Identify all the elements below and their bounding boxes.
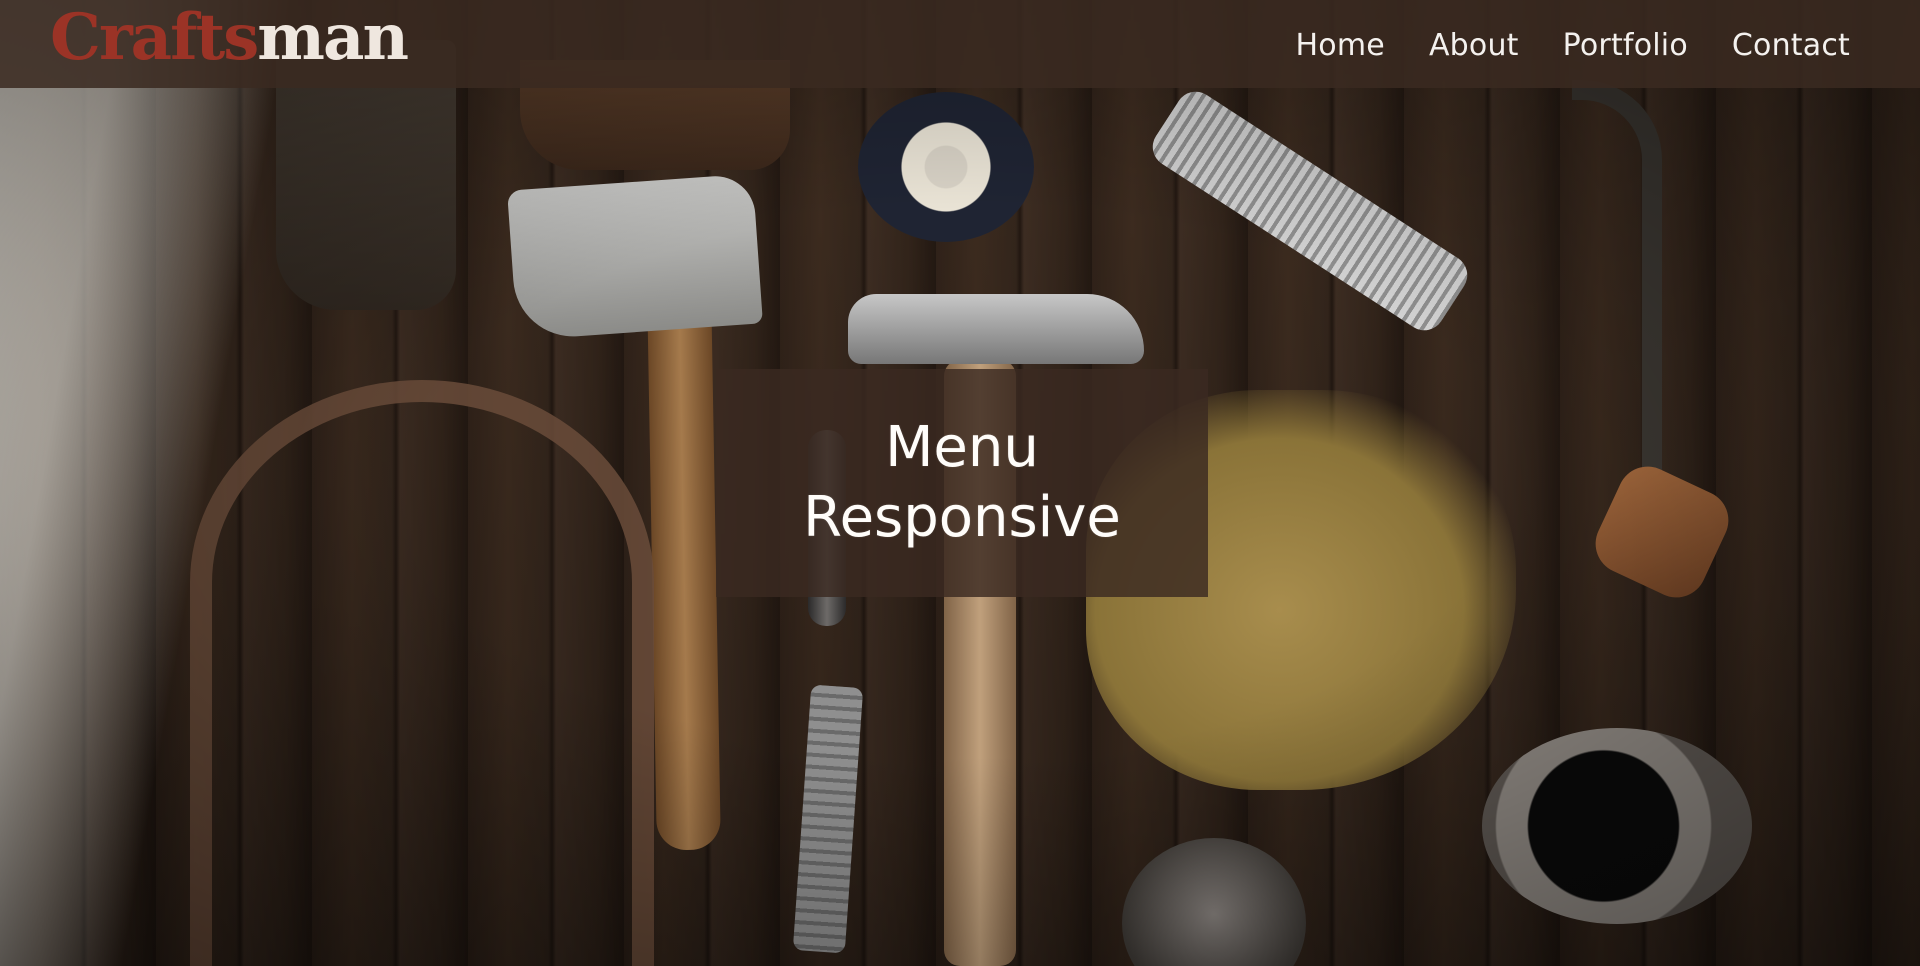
nav-link-about[interactable]: About (1429, 28, 1519, 63)
site-logo[interactable]: Craftsman (50, 6, 409, 70)
metal-pitcher-image (1482, 728, 1752, 924)
logo-text-man: man (257, 0, 409, 75)
axe-head-image (507, 173, 763, 341)
hammer-head-image (848, 294, 1144, 364)
box-cutter-image (792, 684, 864, 954)
logo-text-crafts: Crafts (50, 0, 259, 75)
nav-link-home[interactable]: Home (1296, 28, 1385, 63)
tape-measure-image (858, 92, 1034, 242)
axe-handle-image (647, 289, 721, 851)
hero-title-line-2: Responsive (803, 485, 1121, 550)
nav-link-portfolio[interactable]: Portfolio (1563, 28, 1688, 63)
oil-can-image (1122, 838, 1306, 966)
nav-link-contact[interactable]: Contact (1732, 28, 1850, 63)
hero-caption-box: Menu Responsive (716, 369, 1208, 597)
main-nav: Home About Portfolio Contact (1296, 28, 1850, 63)
hero-background: Craftsman Home About Portfolio Contact M… (0, 0, 1920, 966)
flashlight-image (1145, 84, 1475, 338)
hero-title-line-1: Menu (885, 414, 1039, 480)
site-header: Craftsman Home About Portfolio Contact (0, 0, 1920, 88)
tongs-image (190, 380, 654, 966)
